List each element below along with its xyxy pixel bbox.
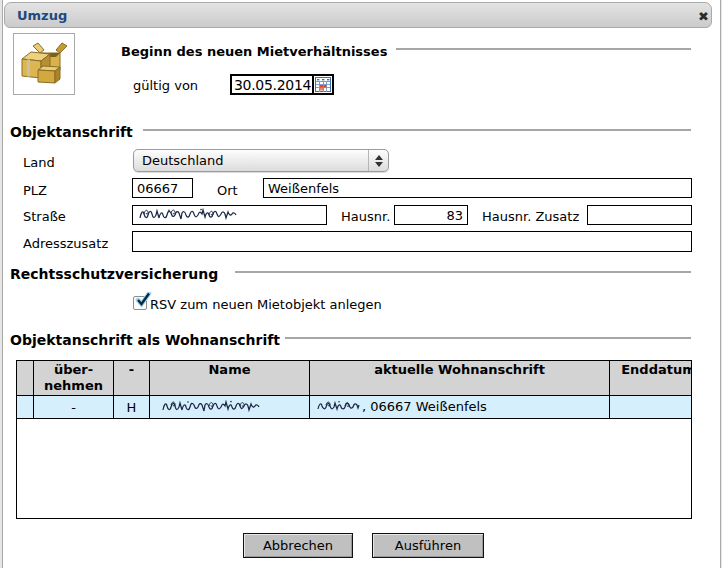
calendar-button[interactable] [312, 76, 332, 93]
rsv-checkbox-label: RSV zum neuen Mietobjekt anlegen [150, 297, 382, 312]
section-rechtsschutz: Rechtsschutzversicherung [10, 264, 691, 280]
valid-from-label: gültig von [133, 78, 198, 93]
moving-boxes-icon [13, 33, 75, 95]
redacted-address-scribble [315, 399, 362, 415]
umzug-dialog: Umzug ✖ Beginn des neuen Mietverhältniss… [2, 0, 721, 568]
objektanschrift-heading: Objektanschrift [10, 124, 133, 140]
adresszusatz-label: Adresszusatz [23, 236, 108, 251]
col-select [17, 361, 34, 396]
land-label: Land [23, 155, 55, 170]
land-select-value: Deutschland [134, 153, 368, 168]
close-icon[interactable]: ✖ [698, 9, 709, 24]
row-dash: H [114, 396, 150, 419]
begin-heading: Beginn des neuen Mietverhältnisses [121, 44, 387, 59]
row-address-text: , 06667 Weißenfels [362, 399, 487, 414]
row-name [150, 396, 310, 419]
cancel-button[interactable]: Abbrechen [243, 533, 353, 558]
ort-input[interactable]: Weißenfels [263, 178, 692, 198]
hausnr-zusatz-input[interactable] [587, 205, 692, 225]
section-begin: Beginn des neuen Mietverhältnisses [121, 41, 691, 57]
row-uebernehmen: - [34, 396, 114, 419]
objektanschrift-rule [143, 129, 691, 131]
wohnanschrift-rule [285, 337, 691, 339]
strasse-label: Straße [23, 209, 66, 224]
land-select[interactable]: Deutschland [133, 149, 389, 172]
section-wohnanschrift: Objektanschrift als Wohnanschrift [10, 330, 691, 346]
hausnr-label: Hausnr. [341, 209, 390, 224]
select-stepper-icon[interactable] [368, 150, 388, 171]
rechtsschutz-rule [235, 271, 691, 273]
row-enddatum [610, 396, 693, 419]
rsv-checkbox[interactable] [133, 296, 147, 310]
col-uebernehmen: über- nehmen [34, 361, 114, 396]
calendar-icon [315, 77, 331, 92]
col-enddatum: Enddatum [610, 361, 693, 396]
run-button[interactable]: Ausführen [372, 533, 484, 558]
wohnanschrift-table-container: über- nehmen - Name aktuelle Wohnanschri… [16, 360, 692, 519]
row-select-cell[interactable] [17, 396, 34, 419]
col-name: Name [150, 361, 310, 396]
table-header-row: über- nehmen - Name aktuelle Wohnanschri… [17, 361, 693, 396]
section-objektanschrift: Objektanschrift [10, 122, 691, 138]
strasse-input[interactable] [132, 205, 327, 225]
col-dash: - [114, 361, 150, 396]
hausnr-input[interactable]: 83 [394, 205, 468, 225]
dialog-titlebar[interactable]: Umzug ✖ [4, 2, 712, 28]
table-row[interactable]: - H [17, 396, 693, 419]
run-button-label: Ausführen [395, 538, 461, 553]
hausnr-value: 83 [446, 208, 463, 223]
adresszusatz-input[interactable] [132, 231, 692, 252]
wohnanschrift-table: über- nehmen - Name aktuelle Wohnanschri… [16, 360, 692, 419]
valid-from-input[interactable]: 30.05.2014 [230, 74, 334, 95]
ort-value: Weißenfels [268, 181, 339, 196]
rechtsschutz-heading: Rechtsschutzversicherung [10, 266, 218, 282]
dialog-title: Umzug [5, 8, 67, 23]
hausnr-zusatz-label: Hausnr. Zusatz [482, 209, 579, 224]
ort-label: Ort [217, 183, 238, 198]
valid-from-value: 30.05.2014 [232, 77, 312, 93]
row-aktuelle-wohnanschrift: , 06667 Weißenfels [310, 396, 610, 419]
redacted-name-scribble [155, 399, 267, 416]
cancel-button-label: Abbrechen [263, 538, 333, 553]
plz-label: PLZ [23, 183, 47, 198]
col-aktuelle-wohnanschrift: aktuelle Wohnanschrift [310, 361, 610, 396]
redacted-scribble [137, 207, 239, 224]
plz-input[interactable]: 06667 [132, 178, 193, 198]
plz-value: 06667 [137, 181, 178, 196]
begin-heading-rule [396, 48, 691, 50]
wohnanschrift-heading: Objektanschrift als Wohnanschrift [10, 332, 280, 348]
